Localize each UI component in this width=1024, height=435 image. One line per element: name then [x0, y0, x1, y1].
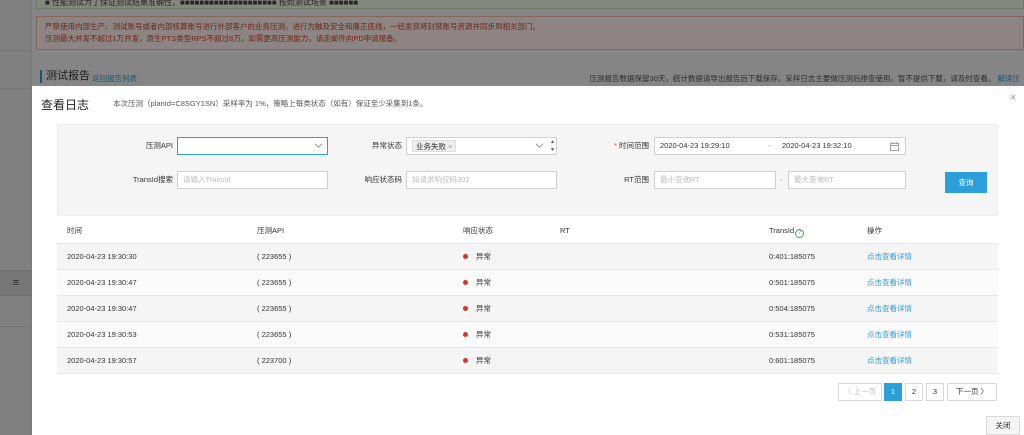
rt-range-separator: -: [780, 175, 783, 184]
dialog-title: 查看日志: [41, 98, 90, 112]
close-button[interactable]: 关闭: [986, 416, 1020, 435]
header-time: 时间: [67, 226, 82, 235]
view-detail-link[interactable]: 点击查看详情: [867, 296, 912, 322]
error-dot-icon: [463, 358, 468, 363]
error-dot-icon: [463, 306, 468, 311]
transid-filter-label: TransId搜索: [132, 175, 173, 184]
header-rt: RT: [560, 226, 570, 235]
table-row: 2020-04-23 19:30:57 ( 223700 ) 异常 0:601:…: [57, 348, 998, 374]
error-dot-icon: [463, 332, 468, 337]
view-detail-link[interactable]: 点击查看详情: [867, 348, 912, 374]
close-icon[interactable]: ×: [1010, 93, 1020, 104]
prev-page-button[interactable]: 〈 上一页: [838, 383, 882, 401]
select-spinner-icon[interactable]: ▲ ▼: [549, 138, 556, 154]
table-row: 2020-04-23 19:30:30 ( 223655 ) 异常 0:401:…: [57, 244, 998, 270]
page-button-1[interactable]: 1: [884, 383, 902, 401]
exception-filter-label: 异常状态: [372, 141, 402, 150]
rt-range-label: RT范围: [624, 175, 649, 184]
chevron-down-icon: [314, 143, 323, 148]
row-api: ( 223655 ): [257, 330, 292, 339]
error-dot-icon: [463, 280, 468, 285]
time-start-value[interactable]: 2020-04-23 19:29:10: [660, 141, 730, 150]
error-dot-icon: [463, 254, 468, 259]
calendar-icon[interactable]: [890, 142, 899, 151]
page-button-3[interactable]: 3: [926, 383, 944, 401]
response-code-input[interactable]: 如请求响应码302: [406, 171, 557, 189]
row-api: ( 223655 ): [257, 252, 292, 261]
row-status: 异常: [463, 244, 491, 270]
time-range-separator: -: [768, 141, 771, 150]
rt-min-input[interactable]: 最小查询RT: [654, 171, 776, 189]
help-icon[interactable]: ?: [795, 229, 805, 238]
header-api: 压测API: [257, 226, 285, 235]
exception-tag: 业务失败 ×: [412, 140, 457, 152]
table-header: 时间 压测API 响应状态 RT TransId? 操作: [57, 218, 998, 244]
chevron-down-icon: [535, 143, 544, 148]
page-button-2[interactable]: 2: [905, 383, 923, 401]
query-button[interactable]: 查询: [945, 172, 987, 193]
row-time: 2020-04-23 19:30:30: [67, 252, 137, 261]
row-time: 2020-04-23 19:30:57: [67, 356, 137, 365]
view-detail-link[interactable]: 点击查看详情: [867, 244, 912, 270]
log-table: 时间 压测API 响应状态 RT TransId? 操作 2020-04-23 …: [57, 218, 998, 374]
row-time: 2020-04-23 19:30:47: [67, 304, 137, 313]
table-row: 2020-04-23 19:30:47 ( 223655 ) 异常 0:501:…: [57, 270, 998, 296]
row-status: 异常: [463, 348, 491, 374]
time-range-picker[interactable]: 2020-04-23 19:29:10 - 2020-04-23 19:32:1…: [654, 137, 906, 155]
header-status: 响应状态: [463, 226, 493, 235]
filter-panel: 压测API 异常状态 业务失败 × ▲ ▼ * 时间范围 2020-04-23 19:…: [57, 124, 998, 216]
row-time: 2020-04-23 19:30:47: [67, 278, 137, 287]
row-transid: 0:531:185075: [769, 330, 815, 339]
api-filter-label: 压测API: [145, 141, 173, 150]
row-transid: 0:501:185075: [769, 278, 815, 287]
row-time: 2020-04-23 19:30:53: [67, 330, 137, 339]
tag-remove-icon[interactable]: ×: [448, 142, 452, 151]
time-range-label: * 时间范围: [614, 141, 649, 150]
row-api: ( 223700 ): [257, 356, 292, 365]
row-status: 异常: [463, 322, 491, 348]
view-log-dialog: 查看日志 本次压测（planId=C8SGY1SN）采样率为 1%，策略上每类状…: [32, 86, 1024, 435]
table-row: 2020-04-23 19:30:53 ( 223655 ) 异常 0:531:…: [57, 322, 998, 348]
row-status: 异常: [463, 296, 491, 322]
dialog-subtitle: 本次压测（planId=C8SGY1SN）采样率为 1%，策略上每类状态（如有）…: [113, 99, 428, 108]
exception-select[interactable]: 业务失败 × ▲ ▼: [406, 137, 557, 155]
row-api: ( 223655 ): [257, 304, 292, 313]
header-transid: TransId?: [769, 218, 805, 244]
row-transid: 0:401:185075: [769, 252, 815, 261]
row-api: ( 223655 ): [257, 278, 292, 287]
header-op: 操作: [867, 226, 882, 235]
table-row: 2020-04-23 19:30:47 ( 223655 ) 异常 0:504:…: [57, 296, 998, 322]
row-status: 异常: [463, 270, 491, 296]
transid-input[interactable]: 请输入TransId: [177, 171, 328, 189]
view-detail-link[interactable]: 点击查看详情: [867, 270, 912, 296]
row-transid: 0:504:185075: [769, 304, 815, 313]
api-select[interactable]: [177, 137, 328, 155]
row-transid: 0:601:185075: [769, 356, 815, 365]
view-detail-link[interactable]: 点击查看详情: [867, 322, 912, 348]
rt-max-input[interactable]: 最大查询RT: [788, 171, 906, 189]
next-page-button[interactable]: 下一页 〉: [947, 383, 997, 401]
response-code-label: 响应状态码: [364, 175, 403, 184]
time-end-value[interactable]: 2020-04-23 19:32:10: [782, 138, 852, 154]
